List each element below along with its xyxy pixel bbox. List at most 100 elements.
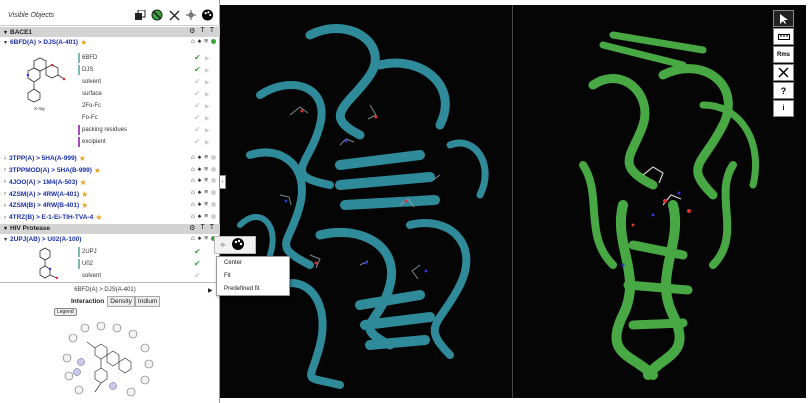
view-icon[interactable]: ♠ — [198, 235, 201, 242]
tree-entry[interactable]: ▾ 6BFD(A) > DJS(A-401) ★ ⌂ ♠ ≡ — [0, 37, 220, 49]
check-icon[interactable]: ✔ — [194, 125, 201, 134]
tree-entry[interactable]: › 4ZSM(A) > 4RW(A-401) ★ ⌂ ♠ ≡ — [0, 188, 220, 200]
settings-icon[interactable]: ⚙ — [189, 224, 195, 232]
menu-icon[interactable]: ≡ — [204, 189, 208, 196]
visibility-dot[interactable] — [211, 190, 216, 196]
chevron-right-icon[interactable]: › — [4, 191, 6, 197]
menu-icon[interactable]: ≡ — [204, 177, 208, 184]
visibility-dot[interactable] — [211, 154, 216, 160]
menu-icon[interactable]: ≡ — [204, 201, 208, 208]
text-icon[interactable]: T — [200, 224, 204, 232]
check-icon[interactable]: ✔ — [194, 271, 201, 280]
tab-iridium[interactable]: Iridium — [134, 296, 161, 307]
palette-icon[interactable] — [231, 238, 245, 252]
play-icon[interactable]: ▶ — [205, 139, 210, 146]
shrink-icon[interactable] — [168, 9, 180, 21]
tree-entry[interactable]: ▾ 2UPJ(AB) > U02(A-100) ⌂ ♠ ≡ — [0, 234, 220, 246]
style-icon[interactable]: ⌂ — [191, 235, 195, 242]
chevron-right-icon[interactable]: › — [4, 179, 6, 185]
style-icon[interactable]: ⌂ — [191, 213, 195, 220]
style-icon[interactable]: ⌂ — [191, 177, 195, 184]
entry-label[interactable]: 4ZSM(B) > 4RW(B-401) — [9, 202, 79, 209]
child-label[interactable]: Fo-Fc — [82, 115, 98, 121]
visibility-dot[interactable] — [211, 201, 216, 207]
play-icon[interactable]: ▶ — [205, 115, 210, 122]
tree-entry[interactable]: › 3TPP(A) > 5HA(A-999) ★ ⌂ ♠ ≡ — [0, 153, 220, 165]
crosshair-icon[interactable]: ⌖ — [220, 240, 226, 251]
child-label[interactable]: excipient — [78, 136, 106, 147]
text-icon[interactable]: T — [200, 27, 204, 35]
pointer-icon[interactable] — [773, 10, 794, 27]
group-header-bace1[interactable]: ▾ BACE1 ⚙ T T — [0, 27, 220, 37]
chevron-right-icon[interactable]: › — [4, 215, 6, 221]
help-button[interactable]: ? — [773, 82, 794, 99]
tab-interaction[interactable]: Interaction — [68, 296, 108, 307]
menu-icon[interactable]: ≡ — [204, 235, 208, 242]
style-icon[interactable]: ⌂ — [191, 189, 195, 196]
check-icon[interactable]: ✔ — [194, 247, 201, 256]
style-icon[interactable]: ⌂ — [191, 201, 195, 208]
check-icon[interactable]: ✔ — [194, 113, 201, 122]
text-icon[interactable]: T — [210, 224, 214, 232]
legend-button[interactable]: Legend — [54, 308, 77, 316]
chevron-right-icon[interactable]: › — [4, 156, 6, 162]
entry-label[interactable]: 3TPP(A) > 5HA(A-999) — [9, 155, 77, 162]
group-header-hiv-protease[interactable]: ▾ HIV Protease ⚙ T T — [0, 223, 220, 234]
visibility-dot[interactable] — [211, 166, 216, 172]
structure-viewer-right[interactable] — [513, 5, 806, 398]
child-label[interactable]: 6BFD — [78, 52, 97, 63]
view-icon[interactable]: ♠ — [198, 213, 201, 220]
visibility-dot[interactable] — [211, 213, 216, 219]
star-icon[interactable]: ★ — [79, 154, 86, 163]
chevron-down-icon[interactable]: ▾ — [4, 39, 7, 46]
rmsd-button[interactable]: Rms — [773, 46, 794, 63]
menu-item-predefined-fit[interactable]: Predefined fit — [217, 283, 289, 296]
play-icon[interactable]: ▶ — [205, 79, 210, 86]
star-icon[interactable]: ★ — [80, 38, 87, 47]
play-icon[interactable]: ▶ — [205, 67, 210, 74]
check-icon[interactable]: ✔ — [194, 89, 201, 98]
view-icon[interactable]: ♠ — [198, 201, 201, 208]
menu-icon[interactable]: ≡ — [204, 154, 208, 161]
view-icon[interactable]: ♠ — [198, 166, 201, 173]
visibility-dot[interactable] — [211, 178, 216, 184]
menu-icon[interactable]: ≡ — [204, 38, 208, 45]
check-icon[interactable]: ✔ — [194, 65, 201, 74]
menu-item-fit[interactable]: Fit — [217, 270, 289, 283]
child-label[interactable]: DJS — [78, 64, 93, 75]
star-icon[interactable]: ★ — [79, 178, 86, 187]
chevron-down-icon[interactable]: ▾ — [4, 236, 7, 243]
tree-entry[interactable]: › 4TRZ(B) > E-1-Ei-TIH-TVA-4 ★ ⌂ ♠ ≡ — [0, 212, 220, 224]
view-icon[interactable]: ♠ — [198, 177, 201, 184]
check-icon[interactable]: ✔ — [194, 77, 201, 86]
tab-density[interactable]: Density — [107, 296, 135, 307]
child-label[interactable]: surface — [82, 91, 102, 97]
info-button[interactable]: i — [773, 100, 794, 117]
menu-icon[interactable]: ≡ — [204, 213, 208, 220]
menu-item-center[interactable]: Center — [217, 257, 289, 270]
tree-entry[interactable]: › 4JOO(A) > 1M4(A-503) ★ ⌂ ♠ ≡ — [0, 176, 220, 188]
star-icon[interactable]: ★ — [81, 201, 88, 210]
check-icon[interactable]: ✔ — [194, 137, 201, 146]
visibility-dot[interactable] — [211, 39, 216, 44]
play-icon[interactable]: ▶ — [205, 127, 210, 134]
check-icon[interactable]: ✔ — [194, 53, 201, 62]
settings-icon[interactable]: ⚙ — [189, 27, 195, 35]
palette-icon[interactable] — [202, 9, 214, 21]
chevron-down-icon[interactable]: ▾ — [4, 225, 7, 232]
play-icon[interactable]: ▶ — [205, 91, 210, 98]
check-icon[interactable]: ✔ — [194, 101, 201, 110]
style-icon[interactable]: ⌂ — [191, 166, 195, 173]
crosshair-icon[interactable] — [185, 9, 197, 21]
tree-entry[interactable]: › 4ZSM(B) > 4RW(B-401) ★ ⌂ ♠ ≡ — [0, 200, 220, 212]
child-label[interactable]: 2Fo-Fc — [82, 103, 101, 109]
play-icon[interactable]: ▶ — [205, 103, 210, 110]
style-icon[interactable]: ⌂ — [191, 154, 195, 161]
entry-label[interactable]: 6BFD(A) > DJS(A-401) — [10, 39, 78, 46]
layers-icon[interactable] — [134, 9, 146, 21]
chevron-right-icon[interactable]: › — [4, 167, 6, 173]
view-icon[interactable]: ♠ — [198, 189, 201, 196]
no-symbol-icon[interactable] — [151, 9, 163, 21]
child-label[interactable]: 2UPJ — [78, 247, 97, 258]
child-label[interactable]: U02 — [78, 259, 93, 270]
